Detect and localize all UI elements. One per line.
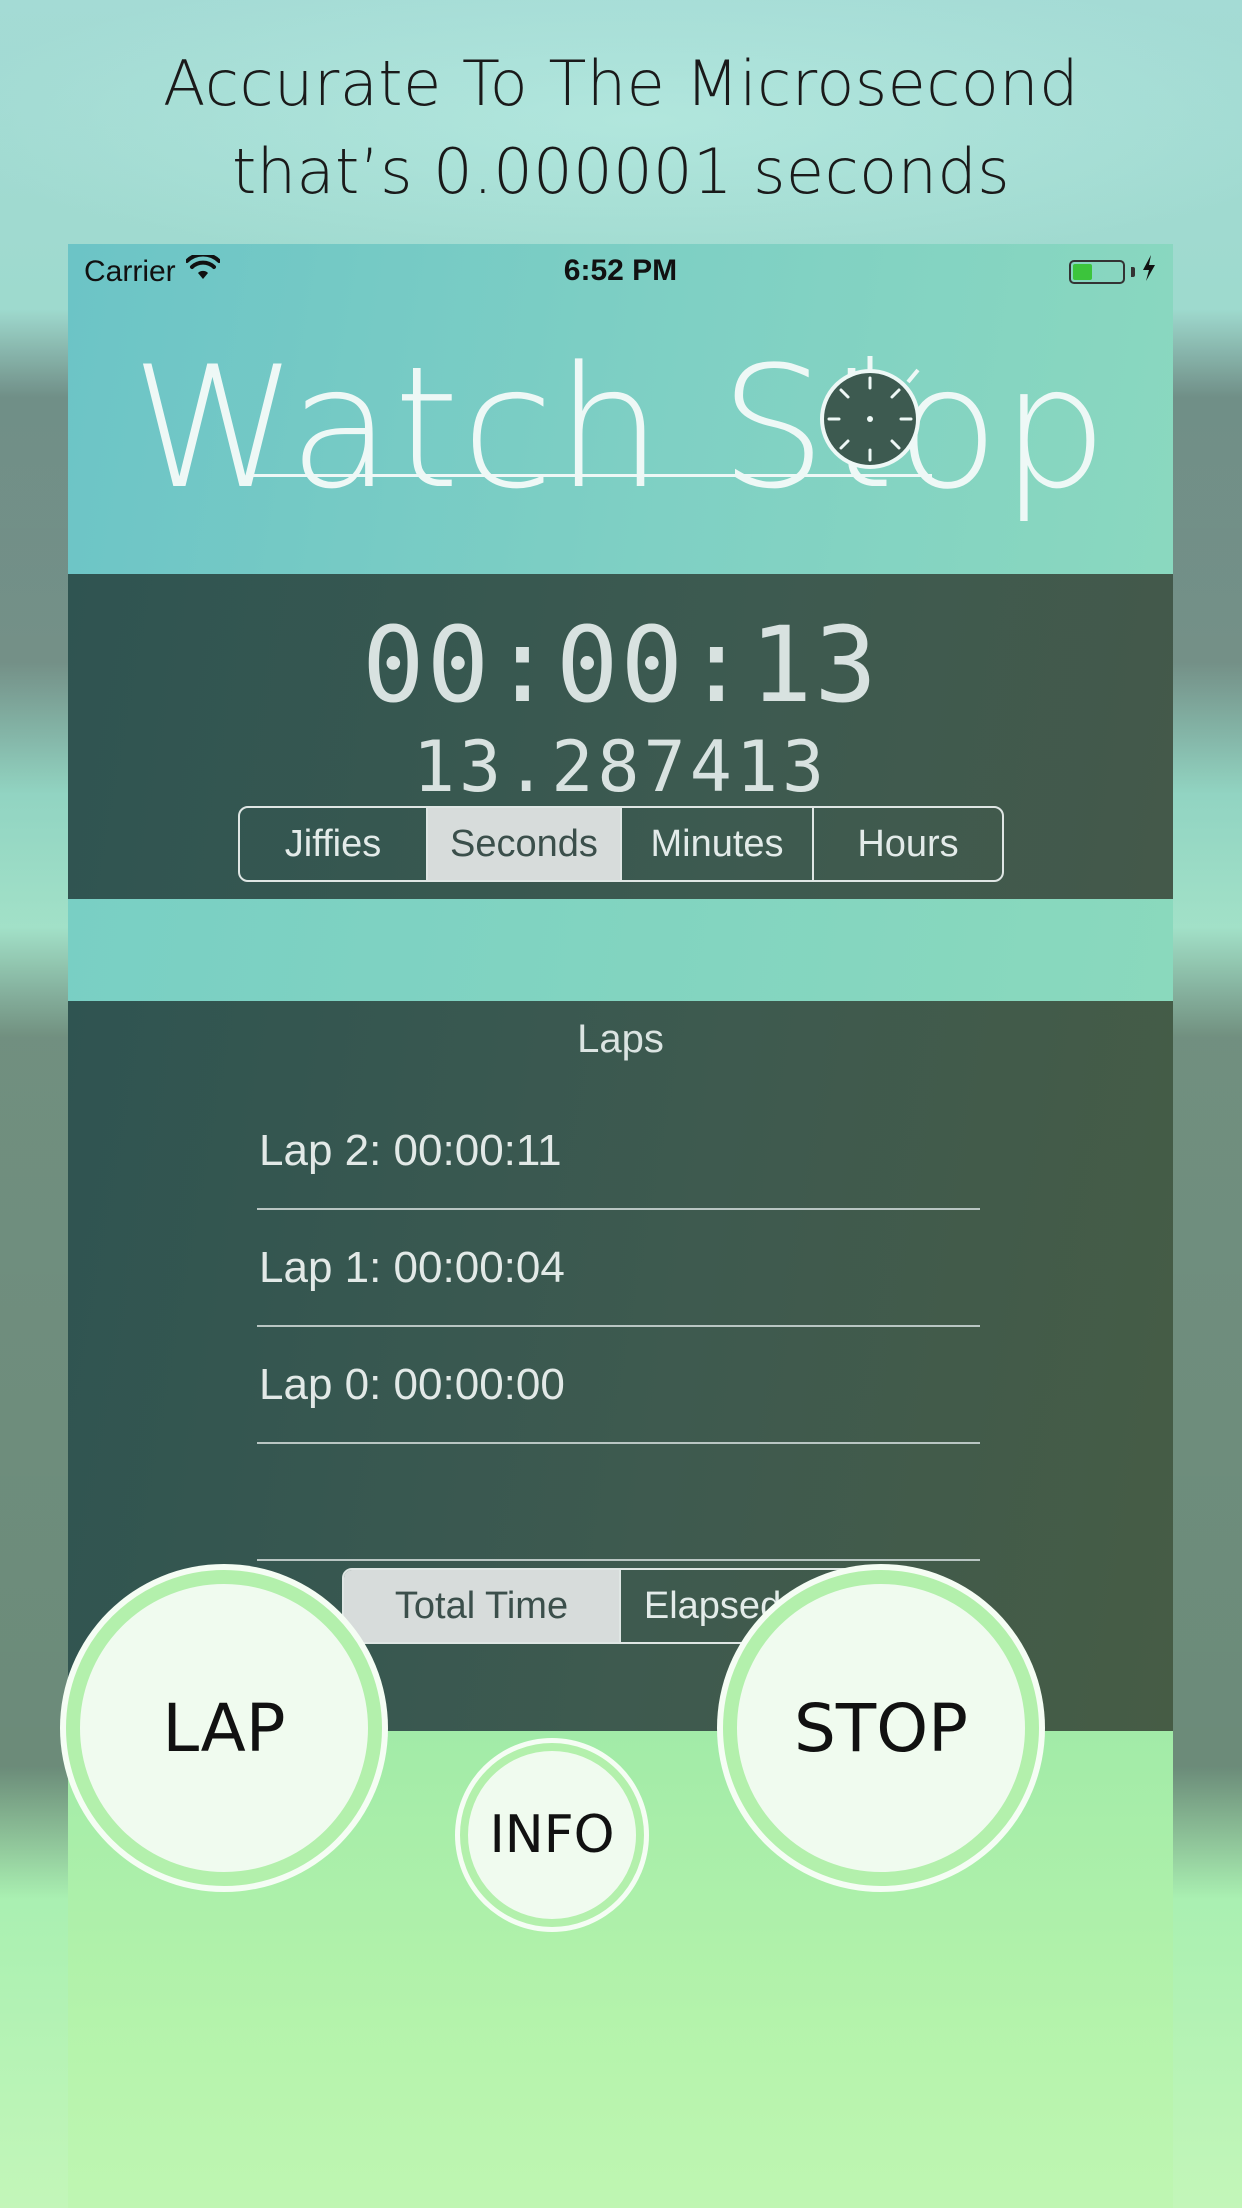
- status-time: 6:52 PM: [563, 254, 678, 287]
- marketing-headline: Accurate To The Microsecond that’s 0.000…: [0, 40, 1242, 216]
- stop-button-label: STOP: [794, 1689, 968, 1767]
- headline-line-2: that’s 0.000001 seconds: [231, 135, 1011, 208]
- units-option-seconds[interactable]: Seconds: [428, 808, 622, 880]
- stopwatch-icon: [820, 344, 930, 479]
- timer-panel: 00:00:13 13.287413 Jiffies Seconds Minut…: [68, 574, 1173, 899]
- units-option-minutes[interactable]: Minutes: [622, 808, 814, 880]
- info-button[interactable]: INFO: [460, 1743, 644, 1927]
- units-segmented-control: Jiffies Seconds Minutes Hours: [238, 806, 1004, 882]
- stop-button[interactable]: STOP: [723, 1570, 1039, 1886]
- lap-row: Lap 0: 00:00:00: [257, 1327, 980, 1444]
- lap-button-label: LAP: [162, 1689, 286, 1767]
- headline-line-1: Accurate To The Microsecond: [163, 47, 1079, 120]
- info-button-label: INFO: [489, 1805, 615, 1865]
- app-title: Watch Stop: [131, 330, 1110, 526]
- time-mode-total[interactable]: Total Time: [344, 1570, 621, 1642]
- battery-icon: [1069, 260, 1125, 284]
- lap-row: Lap 1: 00:00:04: [257, 1210, 980, 1327]
- lap-row-empty: [257, 1444, 980, 1561]
- spacer-band: [68, 899, 1173, 1001]
- lap-row: Lap 2: 00:00:11: [257, 1093, 980, 1210]
- battery-level: [1073, 264, 1093, 280]
- status-bar: Carrier 6:52 PM: [68, 244, 1173, 300]
- phone-screen: Carrier 6:52 PM Watch Stop 00:00:13 13.2…: [68, 244, 1173, 2208]
- timer-seconds-display: 13.287413: [412, 726, 829, 808]
- lap-button[interactable]: LAP: [66, 1570, 382, 1886]
- units-option-jiffies[interactable]: Jiffies: [240, 808, 428, 880]
- timer-display: 00:00:13: [362, 604, 879, 726]
- units-option-hours[interactable]: Hours: [814, 808, 1002, 880]
- header-band: Carrier 6:52 PM Watch Stop: [68, 244, 1173, 574]
- laps-title: Laps: [577, 1017, 664, 1061]
